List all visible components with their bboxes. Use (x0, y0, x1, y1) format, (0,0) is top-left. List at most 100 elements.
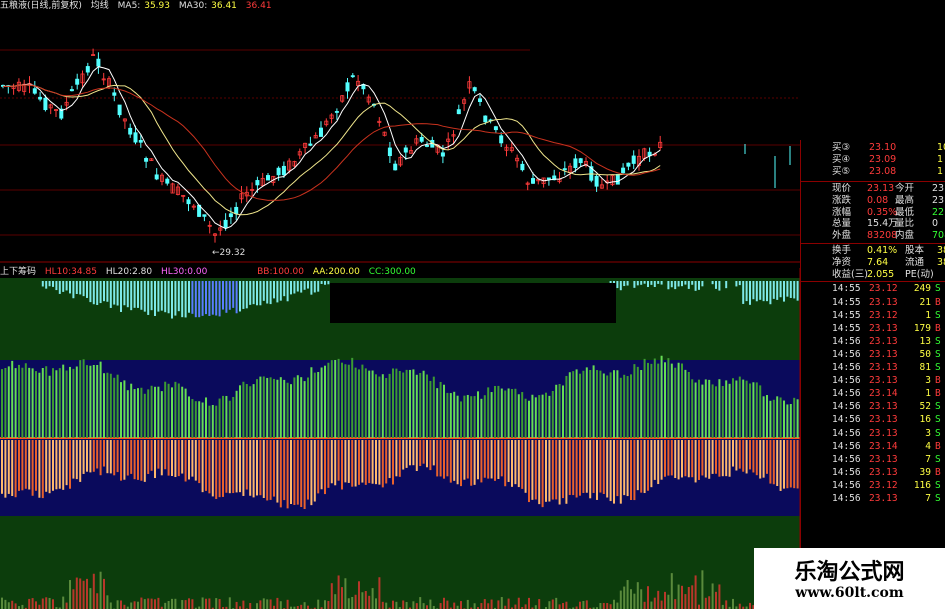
tick-price: 23.13 (869, 427, 898, 439)
candle-body (318, 127, 323, 137)
hl10-label: HL10: (44, 267, 72, 277)
fund-key: 净资 (832, 256, 852, 268)
hl10: HL10:34.85 (45, 267, 97, 277)
order-label: 买④ (832, 154, 851, 165)
candle-body (615, 173, 620, 185)
candle-body (165, 178, 170, 184)
candle-body (419, 137, 424, 142)
low-marker: ←29.32 (212, 248, 246, 258)
candle-body (440, 152, 445, 157)
quote-row: 外盘 83208内盘 708 (801, 230, 945, 242)
hl20-value: 2.80 (132, 267, 153, 277)
watermark-url: www.60lt.com (795, 585, 904, 601)
tick-volume: 50 (919, 348, 931, 360)
candle-body (350, 75, 355, 78)
candle-body (234, 206, 239, 214)
hl30: HL30:0.00 (161, 267, 207, 277)
tick-side: S (935, 362, 941, 373)
fund-key: 收益(三) (832, 268, 868, 280)
indicator-name: 均线 (90, 1, 109, 11)
tick-volume: 116 (913, 479, 931, 491)
fundamental-row: 收益(三) 2.055 PE(动) (801, 269, 945, 281)
hl20-label: HL20: (105, 267, 133, 277)
fund-value-2: 38.0 (937, 245, 945, 256)
fund-value: 2.055 (867, 268, 895, 280)
indicator-title: 上下筹码 (0, 267, 37, 277)
tick-row: 14:56 23.13 39 B (801, 466, 945, 479)
candle-body (255, 180, 260, 186)
candle-body (186, 199, 191, 205)
extra-value: 36.41 (245, 1, 272, 11)
occluded-region (330, 283, 616, 323)
tick-time: 14:56 (832, 414, 861, 426)
tick-time: 14:56 (832, 493, 861, 504)
ma5-label: MA5: (117, 1, 141, 11)
fund-key-2: 流通 (905, 256, 925, 268)
tick-row: 14:56 23.14 4 B (801, 440, 945, 453)
candle-body (96, 58, 101, 67)
quote-value-2: 22 (932, 206, 945, 218)
watermark-title: 乐淘公式网 (794, 559, 905, 585)
tick-price: 23.13 (869, 493, 898, 504)
aa-label: AA: (312, 267, 329, 277)
tick-side: S (935, 453, 941, 465)
aa-value: 200.00 (328, 267, 360, 277)
fund-key: 换手 (832, 245, 852, 256)
chart-header: 五粮液(日线,前复权) 均线 MA5: 35.93 MA30: 36.41 36… (0, 0, 945, 14)
candle-body (133, 132, 138, 143)
tick-row: 14:56 23.13 3 B (801, 374, 945, 387)
quote-value: 23.13 (867, 183, 895, 194)
order-price: 23.08 (869, 166, 897, 177)
tick-row: 14:55 23.12 1 S (801, 309, 945, 322)
ma5-line (3, 66, 661, 230)
order-book-row: 买⑤ 23.08 1 (801, 166, 945, 178)
tick-time: 14:56 (832, 466, 861, 478)
candle-body (281, 165, 286, 176)
tick-row: 14:56 23.13 3 S (801, 427, 945, 440)
tick-time: 14:56 (832, 335, 861, 347)
tick-side: S (935, 348, 941, 360)
tick-row: 14:55 23.13 21 B (801, 296, 945, 309)
tick-time: 14:56 (832, 479, 861, 491)
hl20: HL20:2.80 (106, 267, 152, 277)
candle-body (483, 115, 488, 123)
tick-row: 14:56 23.13 7 S (801, 453, 945, 466)
tick-volume: 1 (925, 388, 931, 400)
quote-key: 涨跌 (832, 194, 852, 206)
tick-volume: 179 (913, 322, 931, 334)
indicator-header: 上下筹码 HL10:34.85 HL20:2.80 HL30:0.00 BB:1… (0, 266, 800, 278)
tick-price: 23.14 (869, 440, 898, 452)
quote-value-2: 708 (932, 230, 945, 242)
tick-time: 14:56 (832, 401, 861, 413)
candle-body (546, 177, 551, 180)
tick-volume: 249 (913, 283, 931, 295)
order-volume: 10 (937, 142, 945, 153)
quote-key-2: 最低 (895, 206, 915, 218)
quote-key: 现价 (832, 183, 852, 194)
tick-time: 14:56 (832, 375, 861, 387)
candle-body (403, 147, 408, 153)
tick-side: B (935, 388, 941, 400)
order-book-row: 买③ 23.10 10 (801, 142, 945, 154)
tick-price: 23.14 (869, 388, 898, 400)
tick-price: 23.13 (869, 375, 898, 387)
tick-side: B (935, 322, 941, 334)
tick-row: 14:56 23.13 81 S (801, 361, 945, 374)
candle-body (562, 168, 567, 171)
candle-body (223, 219, 228, 228)
tick-side: B (935, 375, 941, 387)
quote-row: 涨跌 0.08 最高 23 (801, 195, 945, 207)
tick-time: 14:56 (832, 427, 861, 439)
tick-row: 14:55 23.13 179 B (801, 322, 945, 335)
quote-key: 涨幅 (832, 206, 852, 218)
quote-key-2: 量比 (895, 218, 915, 230)
tick-side: B (935, 440, 941, 452)
cc-value: 300.00 (384, 267, 416, 277)
bb-value: 100.00 (272, 267, 304, 277)
candle-body (499, 135, 504, 144)
tick-volume: 1 (925, 309, 931, 321)
ma5-value: 35.93 (144, 1, 170, 11)
tick-volume: 3 (925, 427, 931, 439)
quote-value: 15.4万 (867, 218, 898, 230)
candle-body (112, 92, 117, 96)
